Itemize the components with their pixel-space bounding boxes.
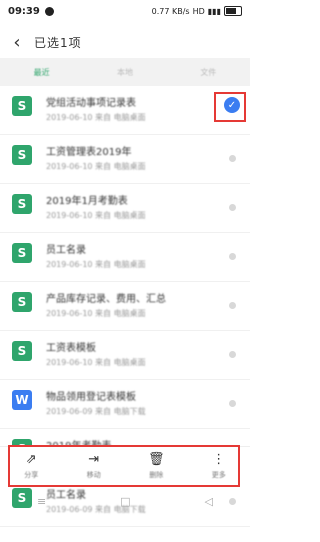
file-name: 员工名录 (46, 245, 86, 256)
spreadsheet-icon: S (12, 243, 32, 263)
file-row[interactable]: S 产品库存记录、费用、汇总 2019-06-10 来自 电脑桌面 (0, 282, 250, 331)
file-name: 2019年1月考勤表 (46, 196, 128, 207)
tab-files[interactable]: 文件 (167, 58, 250, 86)
select-dot[interactable] (229, 204, 236, 211)
file-row[interactable]: S 工资表模板 2019-06-10 来自 电脑桌面 (0, 331, 250, 380)
app-bar: ‹ 已选1项 (0, 26, 250, 58)
spreadsheet-icon: S (12, 145, 32, 165)
action-bar-highlight (8, 445, 240, 487)
file-meta: 2019-06-10 来自 电脑桌面 (46, 309, 146, 318)
system-nav-bar: ≡ □ ◁ (0, 488, 250, 514)
file-meta: 2019-06-10 来自 电脑桌面 (46, 358, 146, 367)
file-meta: 2019-06-10 来自 电脑桌面 (46, 113, 146, 122)
network-speed: 0.77 KB/s (151, 6, 190, 16)
file-name: 产品库存记录、费用、汇总 (46, 294, 166, 305)
notification-icon (44, 6, 54, 16)
nav-home-icon[interactable]: □ (120, 495, 130, 508)
select-dot[interactable] (229, 302, 236, 309)
status-right: 0.77 KB/s HD ▮▮▮ (152, 6, 242, 16)
file-meta: 2019-06-10 来自 电脑桌面 (46, 211, 146, 220)
status-time: 09:39 (8, 5, 40, 17)
spreadsheet-icon: S (12, 341, 32, 361)
word-doc-icon: W (12, 390, 32, 410)
select-dot[interactable] (229, 253, 236, 260)
checkbox-highlight (214, 92, 246, 122)
hd-label: HD (192, 6, 205, 16)
select-dot[interactable] (229, 351, 236, 358)
signal-icon: ▮▮▮ (207, 6, 221, 16)
file-name: 物品领用登记表模板 (46, 392, 136, 403)
file-meta: 2019-06-10 来自 电脑桌面 (46, 260, 146, 269)
nav-menu-icon[interactable]: ≡ (37, 495, 46, 508)
file-meta: 2019-06-10 来自 电脑桌面 (46, 162, 146, 171)
tab-local[interactable]: 本地 (83, 58, 166, 86)
file-row[interactable]: S 党组活动事项记录表 2019-06-10 来自 电脑桌面 ✓ (0, 86, 250, 135)
spreadsheet-icon: S (12, 292, 32, 312)
status-bar: 09:39 0.77 KB/s HD ▮▮▮ (0, 0, 250, 22)
back-icon[interactable]: ‹ (0, 26, 34, 58)
spreadsheet-icon: S (12, 96, 32, 116)
file-row[interactable]: S 工资管理表2019年 2019-06-10 来自 电脑桌面 (0, 135, 250, 184)
select-dot[interactable] (229, 155, 236, 162)
tab-bar: 最近 本地 文件 (0, 58, 250, 86)
page-title: 已选1项 (34, 35, 82, 50)
file-row[interactable]: W 物品领用登记表模板 2019-06-09 来自 电脑下载 (0, 380, 250, 429)
nav-back-icon[interactable]: ◁ (205, 495, 213, 508)
battery-icon (224, 6, 242, 16)
file-name: 党组活动事项记录表 (46, 98, 136, 109)
file-row[interactable]: S 员工名录 2019-06-10 来自 电脑桌面 (0, 233, 250, 282)
spreadsheet-icon: S (12, 194, 32, 214)
file-row[interactable]: S 2019年1月考勤表 2019-06-10 来自 电脑桌面 (0, 184, 250, 233)
file-name: 工资表模板 (46, 343, 96, 354)
tab-recent[interactable]: 最近 (0, 58, 83, 86)
file-meta: 2019-06-09 来自 电脑下载 (46, 407, 146, 416)
select-dot[interactable] (229, 400, 236, 407)
file-name: 工资管理表2019年 (46, 147, 132, 158)
